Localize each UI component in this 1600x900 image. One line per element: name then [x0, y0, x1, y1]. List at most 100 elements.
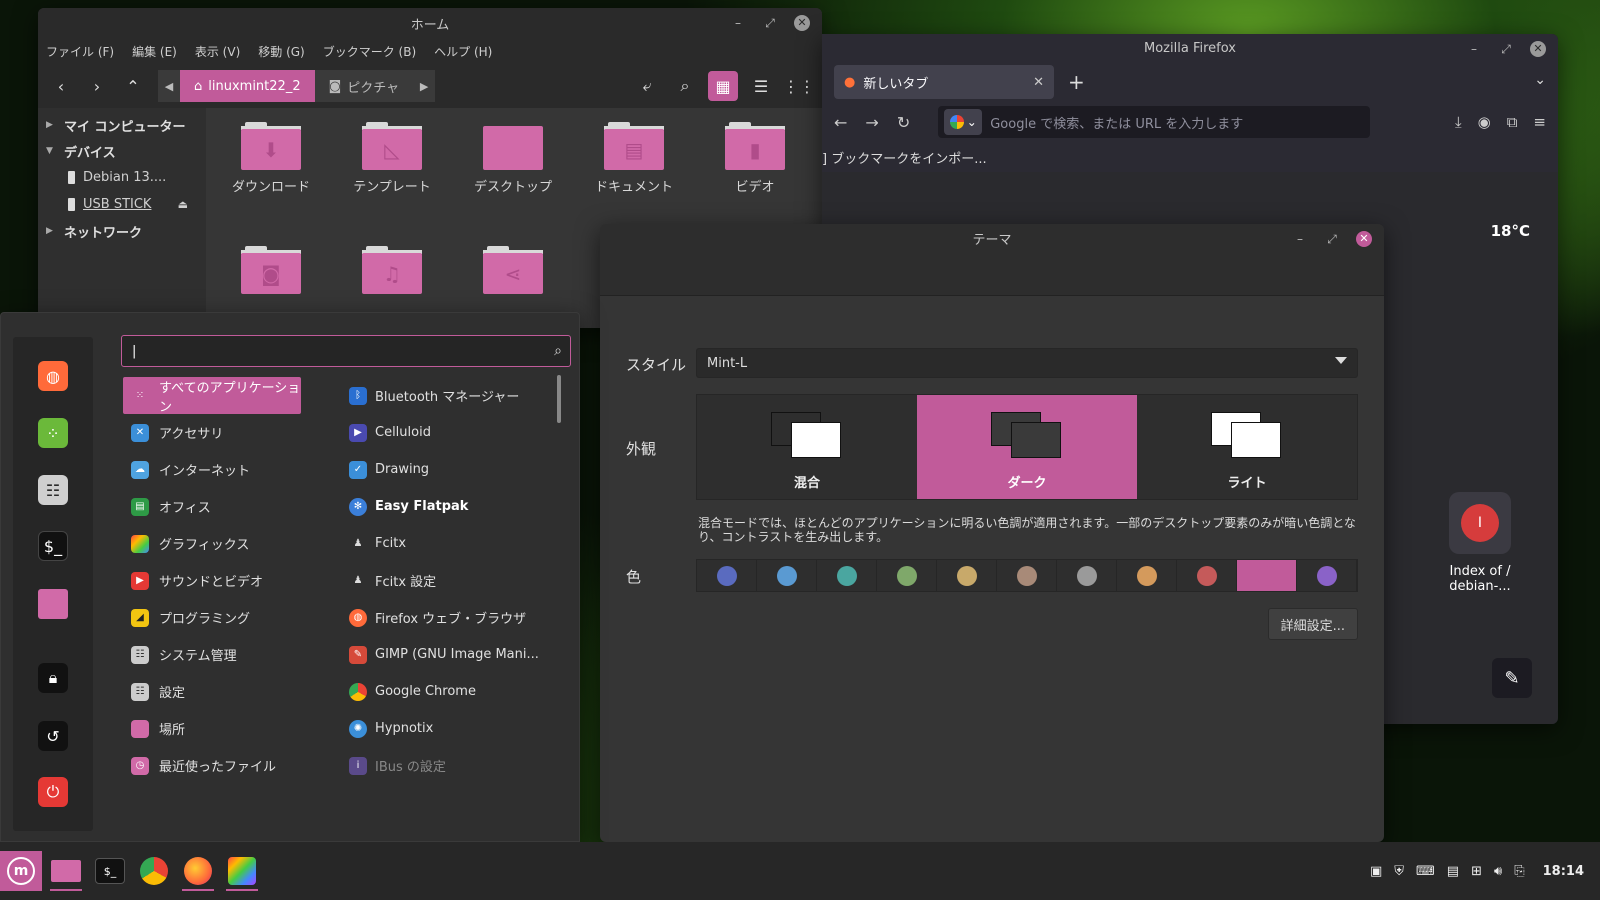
- color-swatch[interactable]: [1237, 560, 1297, 591]
- chevron-down-icon[interactable]: ⌄: [1534, 72, 1546, 88]
- top-site-shortcut[interactable]: I Index of / debian-...: [1436, 492, 1524, 594]
- folder-templates[interactable]: ◺ テンプレート: [337, 122, 447, 195]
- logout-icon[interactable]: ↺: [38, 721, 68, 751]
- close-tab-icon[interactable]: ✕: [1033, 75, 1044, 90]
- menu-help[interactable]: ヘルプ (H): [434, 43, 492, 60]
- category-office[interactable]: ▤ オフィス: [123, 488, 301, 525]
- color-swatch[interactable]: [1117, 560, 1177, 591]
- up-button[interactable]: ⌃: [118, 71, 148, 101]
- clipboard-icon[interactable]: ▣: [1370, 864, 1382, 879]
- category-accessories[interactable]: ✕ アクセサリ: [123, 414, 301, 451]
- crumb-home[interactable]: ⌂ linuxmint22_2: [180, 70, 315, 102]
- taskbar-terminal[interactable]: $_: [90, 851, 130, 891]
- account-icon[interactable]: ◉: [1478, 113, 1491, 131]
- folder-icon[interactable]: [38, 589, 68, 619]
- download-icon[interactable]: ⤓: [1455, 113, 1462, 131]
- customize-pencil-icon[interactable]: ✎: [1492, 658, 1532, 698]
- new-tab-button[interactable]: +: [1068, 70, 1085, 94]
- menu-edit[interactable]: 編集 (E): [132, 43, 177, 60]
- color-swatch[interactable]: [937, 560, 997, 591]
- crumb-right-arrow[interactable]: ▶: [413, 70, 436, 102]
- settings-toggle-icon[interactable]: ☷: [38, 475, 68, 505]
- list-view-button[interactable]: ☰: [746, 71, 776, 101]
- app-google-chrome[interactable]: Google Chrome: [343, 673, 553, 710]
- category-internet[interactable]: ☁ インターネット: [123, 451, 301, 488]
- menu-search-input[interactable]: | ⌕: [121, 335, 571, 367]
- minimize-button[interactable]: –: [730, 16, 746, 30]
- power-icon[interactable]: ⏻: [38, 777, 68, 807]
- firefox-icon[interactable]: ◍: [38, 361, 68, 391]
- folder-desktop[interactable]: デスクトップ: [458, 122, 568, 195]
- sidebar-item-debian[interactable]: Debian 13....: [38, 164, 206, 191]
- advanced-settings-button[interactable]: 詳細設定...: [1267, 608, 1358, 640]
- tab-new-tab[interactable]: ● 新しいタブ ✕: [834, 65, 1054, 99]
- app-bluetooth[interactable]: ᛒ Bluetooth マネージャー: [343, 377, 553, 414]
- terminal-toggle-icon[interactable]: ⤶: [632, 71, 662, 101]
- minimize-button[interactable]: –: [1292, 232, 1308, 246]
- color-swatch[interactable]: [877, 560, 937, 591]
- mode-mixed-button[interactable]: 混合: [697, 395, 917, 499]
- color-swatch[interactable]: [697, 560, 757, 591]
- extensions-icon[interactable]: ⧉: [1507, 113, 1518, 131]
- volume-icon[interactable]: 🔊︎: [1494, 864, 1502, 879]
- menu-bookmarks[interactable]: ブックマーク (B): [323, 43, 416, 60]
- crumb-pictures[interactable]: ◙ ピクチャ: [314, 70, 414, 102]
- folder-videos[interactable]: ▮ ビデオ: [700, 122, 810, 195]
- menu-view[interactable]: 表示 (V): [195, 43, 240, 60]
- sidebar-my-computer[interactable]: ▶ マイ コンピューター: [38, 112, 206, 138]
- minimize-button[interactable]: –: [1466, 42, 1482, 56]
- color-swatch[interactable]: [997, 560, 1057, 591]
- mode-dark-button[interactable]: ダーク: [917, 395, 1137, 499]
- category-recent[interactable]: ◷ 最近使ったファイル: [123, 747, 301, 784]
- update-icon[interactable]: ⎘: [1514, 864, 1524, 879]
- icon-view-button[interactable]: ▦: [708, 71, 738, 101]
- sidebar-devices[interactable]: ▼ デバイス: [38, 138, 206, 164]
- color-swatch[interactable]: [1177, 560, 1237, 591]
- category-sound-video[interactable]: ▶ サウンドとビデオ: [123, 562, 301, 599]
- firefox-titlebar[interactable]: Mozilla Firefox – ⤢ ✕: [822, 34, 1558, 62]
- menu-file[interactable]: ファイル (F): [46, 43, 114, 60]
- mode-light-button[interactable]: ライト: [1137, 395, 1357, 499]
- category-system[interactable]: ☷ システム管理: [123, 636, 301, 673]
- close-button[interactable]: ✕: [1356, 231, 1372, 247]
- taskbar-themes[interactable]: [222, 851, 262, 891]
- maximize-button[interactable]: ⤢: [762, 16, 778, 31]
- url-bar[interactable]: ⌄ Google で検索、または URL を入力します: [938, 106, 1371, 138]
- close-button[interactable]: ✕: [1530, 41, 1546, 57]
- app-list-scrollbar[interactable]: [557, 375, 561, 423]
- folder-downloads[interactable]: ⬇ ダウンロード: [216, 122, 326, 195]
- clock[interactable]: 18:14: [1543, 864, 1584, 879]
- back-button[interactable]: ←: [834, 113, 847, 132]
- taskbar-files[interactable]: [46, 851, 86, 891]
- taskbar-firefox[interactable]: [178, 851, 218, 891]
- forward-button[interactable]: ›: [82, 71, 112, 101]
- maximize-button[interactable]: ⤢: [1324, 232, 1340, 247]
- color-swatch[interactable]: [1297, 560, 1357, 591]
- color-swatch[interactable]: [757, 560, 817, 591]
- themes-titlebar[interactable]: テーマ – ⤢ ✕: [600, 224, 1384, 252]
- software-manager-icon[interactable]: ⁘: [38, 418, 68, 448]
- folder-pictures[interactable]: ◙: [216, 246, 326, 294]
- compact-view-button[interactable]: ⋮⋮: [783, 71, 815, 101]
- shield-icon[interactable]: ⛨: [1394, 864, 1404, 879]
- app-ibus-settings[interactable]: i IBus の設定: [343, 747, 553, 784]
- menu-button[interactable]: m: [0, 851, 42, 891]
- category-all[interactable]: ⁙ すべてのアプリケーション: [123, 377, 301, 415]
- search-engine-button[interactable]: ⌄: [944, 109, 983, 135]
- reload-button[interactable]: ↻: [897, 113, 910, 132]
- close-button[interactable]: ✕: [794, 15, 810, 31]
- category-places[interactable]: 場所: [123, 710, 301, 747]
- category-programming[interactable]: ◢ プログラミング: [123, 599, 301, 636]
- category-settings[interactable]: ☷ 設定: [123, 673, 301, 710]
- back-button[interactable]: ‹: [46, 71, 76, 101]
- category-graphics[interactable]: グラフィックス: [123, 525, 301, 562]
- weather-temperature[interactable]: 18°C: [1491, 222, 1530, 240]
- app-drawing[interactable]: ✓ Drawing: [343, 451, 553, 488]
- eject-icon[interactable]: ⏏: [178, 198, 188, 211]
- style-dropdown[interactable]: Mint-L: [696, 348, 1358, 378]
- menu-go[interactable]: 移動 (G): [258, 43, 304, 60]
- network-icon[interactable]: ⊞: [1471, 864, 1482, 879]
- import-bookmarks-link[interactable]: ] ブックマークをインポー...: [822, 148, 987, 167]
- crumb-left-arrow[interactable]: ◀: [158, 70, 180, 102]
- search-icon[interactable]: ⌕: [670, 71, 700, 101]
